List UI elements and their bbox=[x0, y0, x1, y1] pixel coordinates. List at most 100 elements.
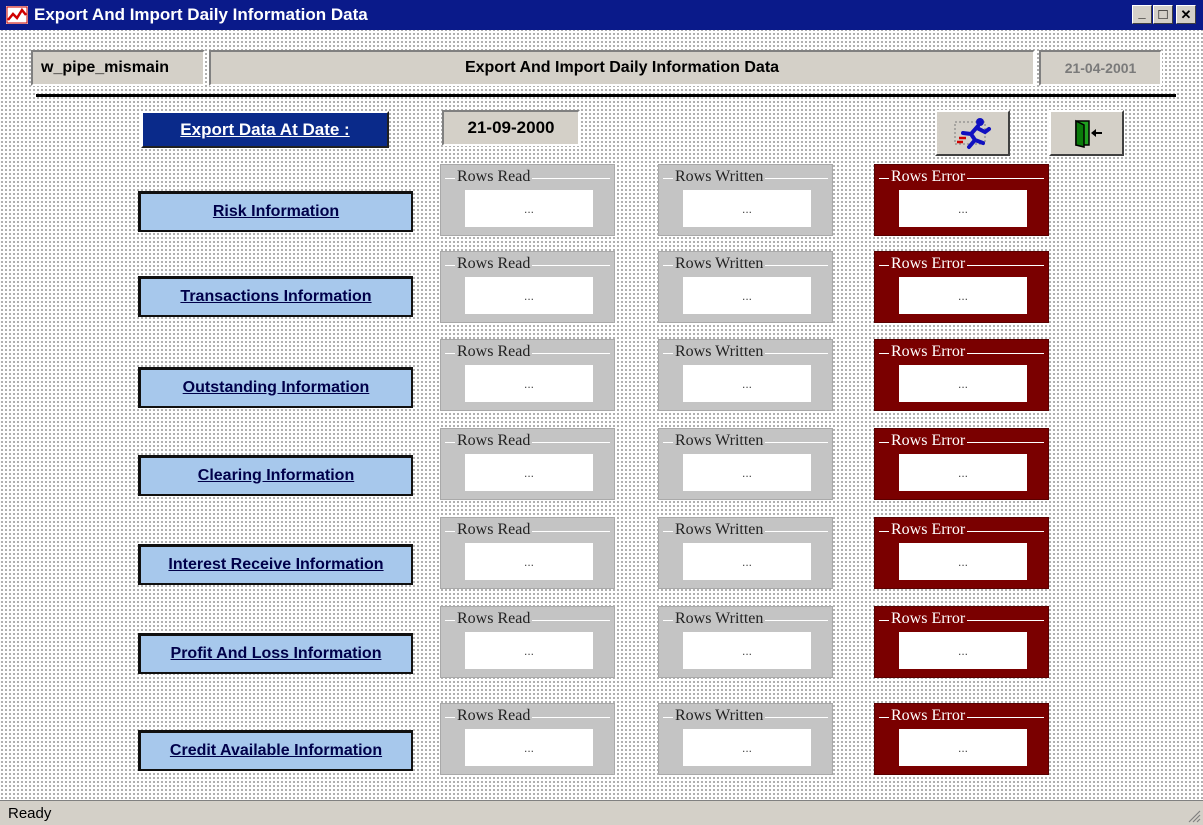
rows-error-legend: Rows Error bbox=[875, 520, 1048, 540]
window-title: Export And Import Daily Information Data bbox=[34, 5, 368, 24]
rows-written-label: Rows Written bbox=[673, 610, 766, 628]
rows-read-group: Rows Read... bbox=[440, 164, 615, 236]
info-button[interactable]: Interest Receive Information bbox=[138, 544, 413, 585]
window-name: w_pipe_mismain bbox=[41, 59, 170, 76]
rows-read-label: Rows Read bbox=[455, 610, 533, 628]
rows-written-label: Rows Written bbox=[673, 707, 766, 725]
rows-error-label: Rows Error bbox=[889, 255, 968, 273]
rows-written-legend: Rows Written bbox=[659, 254, 832, 274]
rows-read-group: Rows Read... bbox=[440, 428, 615, 500]
rows-error-value: ... bbox=[899, 729, 1027, 766]
rows-error-legend: Rows Error bbox=[875, 431, 1048, 451]
rows-error-group: Rows Error... bbox=[874, 703, 1049, 775]
window-name-field: w_pipe_mismain bbox=[31, 50, 205, 86]
rows-read-legend: Rows Read bbox=[441, 706, 614, 726]
rows-written-legend: Rows Written bbox=[659, 520, 832, 540]
rows-error-group: Rows Error... bbox=[874, 428, 1049, 500]
rows-error-value: ... bbox=[899, 543, 1027, 580]
rows-error-value: ... bbox=[899, 454, 1027, 491]
maximize-button[interactable]: □ bbox=[1153, 5, 1173, 24]
rows-read-value: ... bbox=[465, 277, 593, 314]
rows-error-label: Rows Error bbox=[889, 343, 968, 361]
rows-error-group: Rows Error... bbox=[874, 517, 1049, 589]
rows-written-label: Rows Written bbox=[673, 255, 766, 273]
rows-error-value: ... bbox=[899, 632, 1027, 669]
rows-read-group: Rows Read... bbox=[440, 339, 615, 411]
rows-read-value: ... bbox=[465, 632, 593, 669]
rows-error-label: Rows Error bbox=[889, 610, 968, 628]
run-export-button[interactable] bbox=[935, 110, 1010, 156]
rows-written-group: Rows Written... bbox=[658, 251, 833, 323]
rows-error-group: Rows Error... bbox=[874, 606, 1049, 678]
running-man-icon bbox=[954, 118, 991, 149]
minimize-icon: _ bbox=[1138, 5, 1146, 20]
rows-error-value: ... bbox=[899, 277, 1027, 314]
rows-written-value: ... bbox=[683, 729, 811, 766]
maximize-icon: □ bbox=[1158, 6, 1168, 23]
rows-written-group: Rows Written... bbox=[658, 339, 833, 411]
rows-read-label: Rows Read bbox=[455, 168, 533, 186]
minimize-button[interactable]: _ bbox=[1132, 5, 1152, 24]
rows-written-value: ... bbox=[683, 277, 811, 314]
resize-grip-icon[interactable] bbox=[1187, 809, 1201, 823]
rows-written-legend: Rows Written bbox=[659, 706, 832, 726]
header-date-field: 21-04-2001 bbox=[1039, 50, 1162, 86]
rows-error-legend: Rows Error bbox=[875, 167, 1048, 187]
rows-read-legend: Rows Read bbox=[441, 342, 614, 362]
rows-read-label: Rows Read bbox=[455, 521, 533, 539]
rows-error-group: Rows Error... bbox=[874, 164, 1049, 236]
rows-read-group: Rows Read... bbox=[440, 251, 615, 323]
rows-written-group: Rows Written... bbox=[658, 703, 833, 775]
rows-error-label: Rows Error bbox=[889, 168, 968, 186]
rows-written-legend: Rows Written bbox=[659, 431, 832, 451]
rows-written-legend: Rows Written bbox=[659, 609, 832, 629]
close-icon: ✕ bbox=[1180, 6, 1192, 22]
rows-written-label: Rows Written bbox=[673, 168, 766, 186]
rows-read-label: Rows Read bbox=[455, 343, 533, 361]
rows-read-value: ... bbox=[465, 454, 593, 491]
rows-error-group: Rows Error... bbox=[874, 251, 1049, 323]
exit-door-icon bbox=[1074, 119, 1102, 148]
rows-read-group: Rows Read... bbox=[440, 517, 615, 589]
rows-read-legend: Rows Read bbox=[441, 609, 614, 629]
export-date-field[interactable]: 21-09-2000 bbox=[442, 110, 580, 146]
header-divider bbox=[36, 94, 1176, 97]
close-button[interactable]: ✕ bbox=[1176, 5, 1196, 24]
rows-read-legend: Rows Read bbox=[441, 520, 614, 540]
rows-written-label: Rows Written bbox=[673, 343, 766, 361]
rows-written-group: Rows Written... bbox=[658, 517, 833, 589]
rows-read-value: ... bbox=[465, 190, 593, 227]
rows-read-legend: Rows Read bbox=[441, 167, 614, 187]
rows-written-value: ... bbox=[683, 632, 811, 669]
info-button[interactable]: Clearing Information bbox=[138, 455, 413, 496]
rows-read-group: Rows Read... bbox=[440, 703, 615, 775]
info-button[interactable]: Risk Information bbox=[138, 191, 413, 232]
rows-error-legend: Rows Error bbox=[875, 254, 1048, 274]
rows-read-label: Rows Read bbox=[455, 432, 533, 450]
rows-error-label: Rows Error bbox=[889, 521, 968, 539]
info-button[interactable]: Transactions Information bbox=[138, 276, 413, 317]
export-date-label: Export Data At Date : bbox=[141, 111, 389, 148]
rows-error-value: ... bbox=[899, 190, 1027, 227]
rows-read-value: ... bbox=[465, 365, 593, 402]
rows-read-group: Rows Read... bbox=[440, 606, 615, 678]
main-window: Export And Import Daily Information Data… bbox=[0, 0, 1203, 825]
rows-written-value: ... bbox=[683, 543, 811, 580]
exit-button[interactable] bbox=[1049, 110, 1124, 156]
rows-error-group: Rows Error... bbox=[874, 339, 1049, 411]
header-title: Export And Import Daily Information Data bbox=[464, 59, 780, 76]
title-bar[interactable]: Export And Import Daily Information Data… bbox=[0, 0, 1203, 30]
rows-read-label: Rows Read bbox=[455, 707, 533, 725]
rows-read-legend: Rows Read bbox=[441, 254, 614, 274]
rows-written-label: Rows Written bbox=[673, 521, 766, 539]
rows-error-value: ... bbox=[899, 365, 1027, 402]
info-button[interactable]: Credit Available Information bbox=[138, 730, 413, 771]
info-button[interactable]: Outstanding Information bbox=[138, 367, 413, 408]
rows-written-group: Rows Written... bbox=[658, 606, 833, 678]
info-button[interactable]: Profit And Loss Information bbox=[138, 633, 413, 674]
rows-read-value: ... bbox=[465, 729, 593, 766]
status-text: Ready bbox=[8, 805, 52, 822]
rows-written-group: Rows Written... bbox=[658, 164, 833, 236]
rows-error-legend: Rows Error bbox=[875, 609, 1048, 629]
rows-written-legend: Rows Written bbox=[659, 342, 832, 362]
